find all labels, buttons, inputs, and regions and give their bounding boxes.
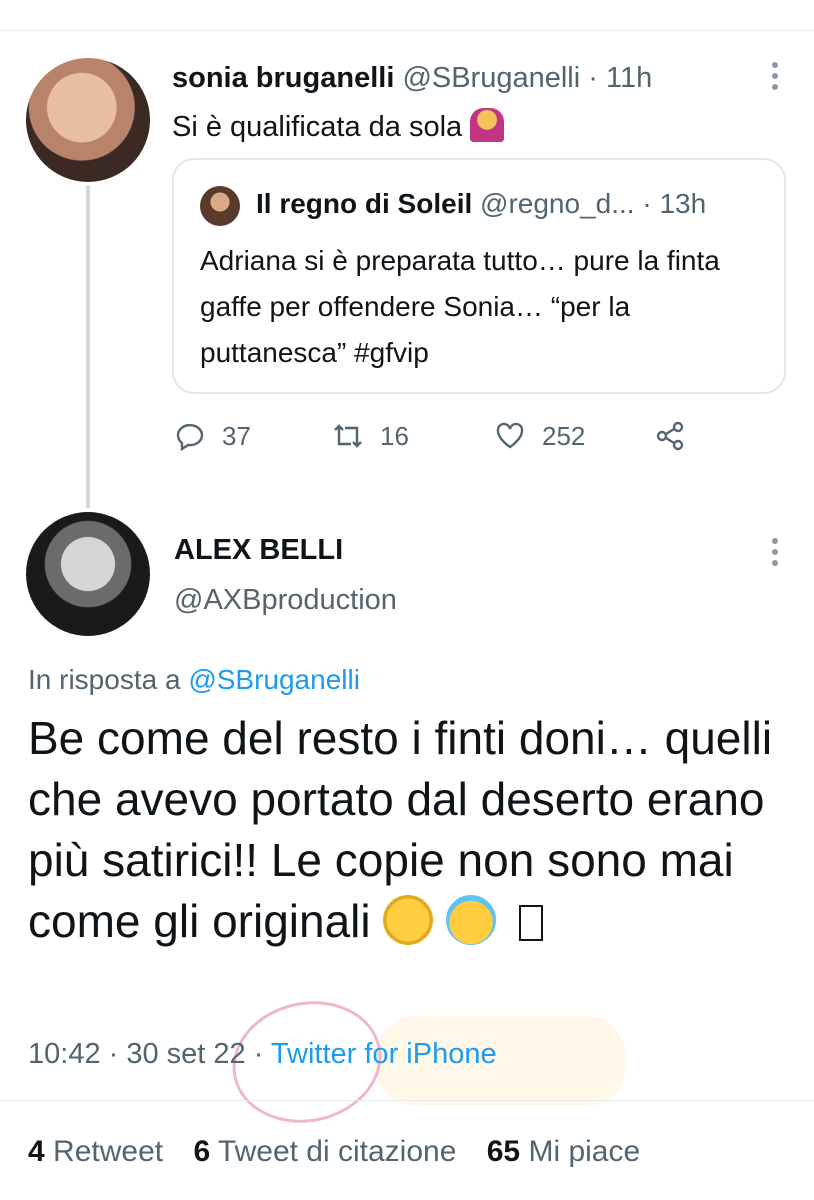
- winking-face-tongue-emoji-icon: [383, 895, 434, 945]
- retweet-stat-count: 4: [28, 1135, 45, 1168]
- tweet-source-link[interactable]: Twitter for iPhone: [271, 1038, 497, 1070]
- retweet-stat[interactable]: 4 Retweet: [28, 1134, 163, 1170]
- reply-button[interactable]: 37: [174, 420, 251, 452]
- quote-stat-label: Tweet di citazione: [217, 1135, 457, 1168]
- stats-divider: [0, 1100, 814, 1101]
- retweet-count: 16: [380, 420, 409, 451]
- quoted-handle: @regno_d...: [480, 188, 635, 219]
- tweet-text-body: Si è qualificata da sola: [172, 111, 463, 143]
- quote-stat-count: 6: [193, 1135, 211, 1168]
- tweet-text: Be come del resto i finti doni… quelli c…: [28, 708, 788, 952]
- author-name[interactable]: ALEX BELLI: [174, 532, 343, 568]
- reply-handle-link[interactable]: @SBruganelli: [188, 664, 360, 695]
- retweet-icon: [332, 420, 364, 452]
- heart-icon: [494, 420, 526, 452]
- quoted-tweet-card[interactable]: Il regno di Soleil @regno_d... · 13h Adr…: [172, 158, 786, 394]
- reply-prefix: In risposta a: [28, 664, 181, 695]
- tweet-text: Si è qualificata da sola: [172, 108, 505, 145]
- quote-stat[interactable]: 6 Tweet di citazione: [193, 1134, 456, 1170]
- quoted-header: Il regno di Soleil @regno_d... · 13h: [256, 186, 706, 222]
- share-icon: [654, 420, 686, 452]
- avatar[interactable]: [26, 512, 150, 636]
- share-button[interactable]: [654, 420, 686, 452]
- retweet-button[interactable]: 16: [332, 420, 409, 452]
- avatar[interactable]: [26, 58, 150, 182]
- more-options-icon[interactable]: [772, 538, 778, 571]
- like-stat-count: 65: [486, 1135, 521, 1168]
- tweet-header: sonia bruganelli @SBruganelli · 11h: [172, 60, 652, 96]
- quoted-avatar: [200, 186, 240, 226]
- author-handle[interactable]: @SBruganelli: [402, 62, 580, 94]
- tweet-metadata: 10:42 · 30 set 22 · Twitter for iPhone: [28, 1036, 497, 1072]
- top-divider: [0, 30, 814, 31]
- tweet-timestamp[interactable]: 10:42 · 30 set 22 ·: [28, 1038, 263, 1070]
- like-stat-label: Mi piace: [528, 1135, 641, 1168]
- quoted-author-name: Il regno di Soleil: [256, 188, 473, 219]
- quoted-time: · 13h: [642, 188, 707, 219]
- reply-count: 37: [222, 420, 251, 451]
- tears-of-joy-emoji-icon: [446, 895, 497, 945]
- reply-context: In risposta a @SBruganelli: [28, 662, 360, 698]
- like-stat[interactable]: 65 Mi piace: [487, 1134, 640, 1170]
- retweet-stat-label: Retweet: [53, 1135, 164, 1168]
- tweet-time[interactable]: · 11h: [588, 62, 652, 94]
- more-options-icon[interactable]: [772, 62, 778, 95]
- like-count: 252: [542, 420, 586, 451]
- quoted-text: Adriana si è preparata tutto… pure la fi…: [200, 245, 720, 368]
- thread-connector: [86, 186, 90, 508]
- author-handle[interactable]: @AXBproduction: [174, 582, 397, 618]
- reply-icon: [174, 420, 206, 452]
- missing-glyph-icon: [518, 905, 543, 941]
- like-button[interactable]: 252: [494, 420, 585, 452]
- tweet-stats: 4 Retweet 6 Tweet di citazione 65 Mi pia…: [28, 1134, 662, 1170]
- author-name[interactable]: sonia bruganelli: [172, 62, 394, 94]
- person-shrugging-emoji-icon: [470, 108, 505, 142]
